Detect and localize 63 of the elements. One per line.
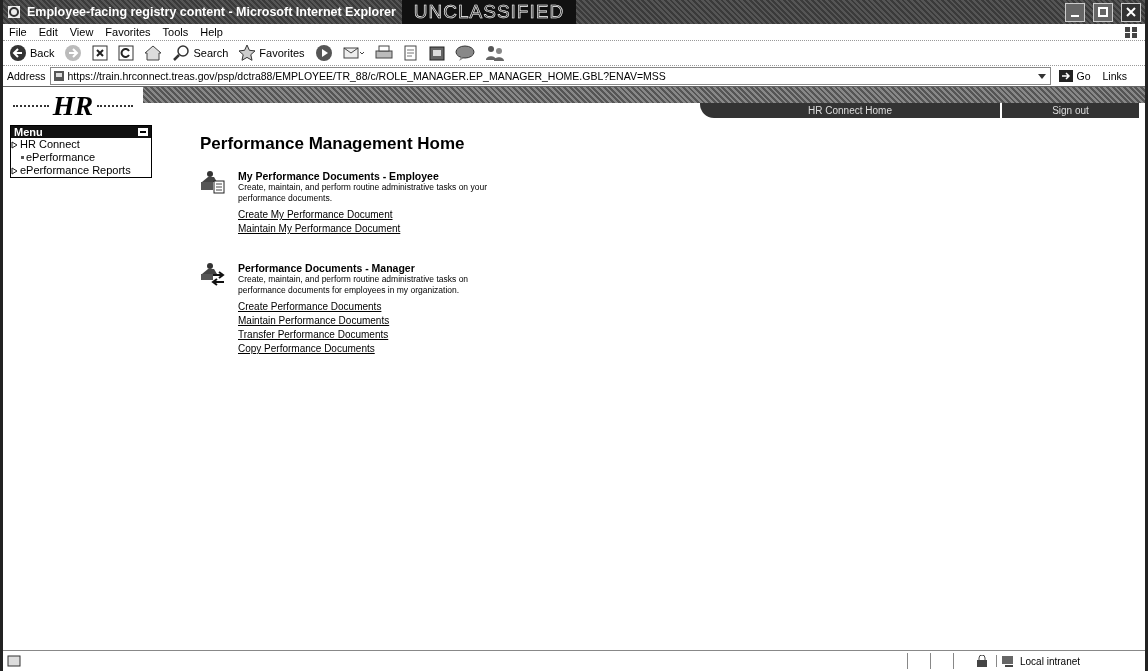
menu-item[interactable]: Tools [162, 26, 189, 38]
minimize-icon [1071, 15, 1079, 17]
document-link[interactable]: Copy Performance Documents [238, 342, 488, 356]
header-link[interactable]: HR Connect Home [700, 103, 1000, 118]
document-link[interactable]: Transfer Performance Documents [238, 328, 488, 342]
browser-icon [7, 5, 21, 19]
person-with-arrows-icon [200, 262, 226, 286]
section-title: Performance Documents - Manager [238, 262, 415, 274]
person-at-desk-icon [200, 170, 226, 194]
page-icon [52, 70, 65, 82]
page-icon [7, 655, 21, 667]
close-button[interactable] [1121, 2, 1141, 22]
search-button[interactable]: Search [172, 44, 229, 62]
document-link[interactable]: Create Performance Documents [238, 300, 488, 314]
star-icon [238, 44, 257, 62]
menu-title: Menu [14, 126, 43, 138]
menu-item[interactable]: Favorites [105, 26, 151, 38]
triangle-icon [11, 140, 18, 149]
search-icon [172, 44, 191, 62]
notepad-icon[interactable] [428, 45, 445, 61]
refresh-icon[interactable] [118, 45, 135, 61]
links-button[interactable]: Links [1098, 70, 1141, 82]
go-button[interactable]: Go [1055, 70, 1095, 82]
chat-bubble-icon[interactable] [454, 45, 475, 61]
menu-link[interactable]: ePerformance Reports [20, 164, 131, 177]
favorites-button[interactable]: Favorites [238, 44, 305, 62]
envelope-icon[interactable] [342, 45, 365, 61]
address-field[interactable]: https://train.hrconnect.treas.gov/psp/dctra88/EMPLOYEE/TR_88/c/ROLE_MANAGER.EP_MANAGER_HOME.GBL?ENAV=MSS [49, 67, 1052, 85]
people-icon[interactable] [484, 45, 505, 61]
arrow-icon [1059, 70, 1074, 82]
document-link[interactable]: Maintain Performance Documents [238, 314, 488, 328]
windows-logo-icon [1123, 25, 1139, 39]
house-icon[interactable] [144, 45, 163, 61]
media-icon[interactable] [314, 44, 333, 62]
header-link[interactable]: Sign out [1000, 103, 1139, 118]
page-heading: Performance Management Home [200, 134, 466, 154]
menu-link[interactable]: ePerformance [26, 151, 96, 164]
window-title: Employee-facing registry content - Microsoft Internet Explorer [27, 5, 396, 19]
minimize-button[interactable] [1065, 2, 1085, 22]
menu-item[interactable]: File [9, 26, 27, 38]
section-description: Create, maintain, and perform routine administrative tasks on performance documents for employees in my organization. [238, 274, 470, 296]
menu-item[interactable]: Help [200, 26, 223, 38]
document-link[interactable]: Create My Performance Document [238, 208, 488, 222]
stop-icon[interactable] [92, 45, 109, 61]
close-icon [1126, 7, 1136, 17]
back-button[interactable]: Back [9, 44, 55, 62]
zone-label: Local intranet [1020, 655, 1081, 667]
collapse-icon[interactable] [138, 128, 148, 136]
section-title: My Performance Documents - Employee [238, 170, 439, 182]
logo: HR [3, 87, 143, 125]
lock-icon [976, 655, 988, 667]
menu-item[interactable]: View [69, 26, 94, 38]
menu-item[interactable]: Edit [38, 26, 58, 38]
printer-icon[interactable] [374, 45, 393, 61]
address-label: Address [7, 70, 46, 82]
menu-link[interactable]: HR Connect [20, 138, 80, 151]
triangle-icon [11, 166, 18, 175]
classification-banner: UNCLASSIFIED [401, 0, 577, 24]
section-description: Create, maintain, and perform routine administrative tasks on your performance documents. [238, 182, 488, 204]
maximize-icon [1098, 7, 1108, 17]
document-link[interactable]: Maintain My Performance Document [238, 222, 488, 236]
document-icon[interactable] [402, 45, 419, 61]
maximize-button[interactable] [1093, 2, 1113, 22]
